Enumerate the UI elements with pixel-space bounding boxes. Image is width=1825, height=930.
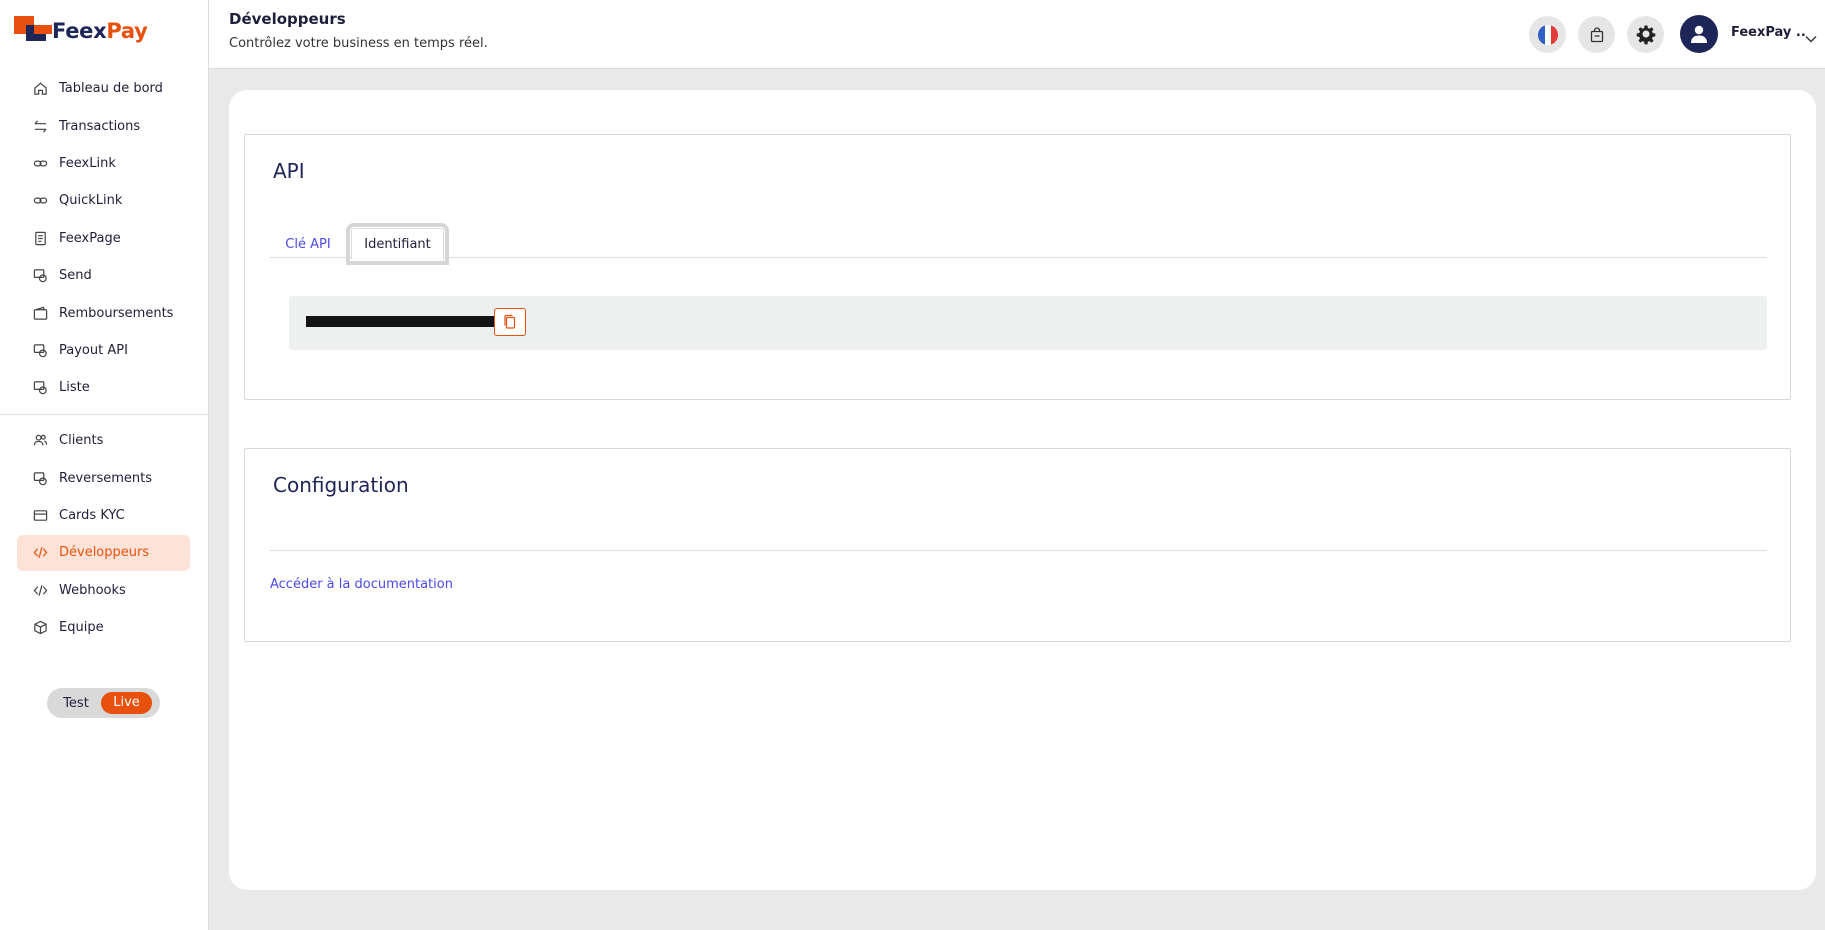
configuration-panel: Configuration Accéder à la documentation — [244, 448, 1791, 642]
send-money-icon — [32, 268, 48, 284]
shop-bag-button[interactable] — [1578, 16, 1615, 53]
documentation-link[interactable]: Accéder à la documentation — [270, 577, 453, 592]
api-panel-title: API — [273, 159, 305, 183]
sidebar-item-liste[interactable]: Liste — [0, 369, 209, 406]
logo-text: FeexPay — [52, 19, 148, 43]
card-icon — [32, 507, 48, 523]
toggle-test-option[interactable]: Test — [51, 696, 101, 711]
sidebar-item-webhooks[interactable]: Webhooks — [0, 572, 209, 609]
identifier-value-box — [289, 296, 1767, 350]
reversal-icon — [32, 470, 48, 486]
test-live-toggle[interactable]: Test Live — [47, 688, 160, 718]
sidebar-item-payout-api[interactable]: Payout API — [0, 332, 209, 369]
sidebar-item-label: Payout API — [59, 342, 128, 358]
box-icon — [32, 620, 48, 636]
wallet-icon — [32, 305, 48, 321]
tab-identifiant[interactable]: Identifiant — [346, 223, 449, 265]
link-icon — [32, 155, 48, 171]
sidebar-item-feexlink[interactable]: FeexLink — [0, 145, 209, 182]
sidebar-nav-secondary: Clients Reversements Cards KYC Développe… — [0, 422, 209, 646]
language-flag-button[interactable] — [1529, 16, 1566, 53]
sidebar-item-cards-kyc[interactable]: Cards KYC — [0, 497, 209, 534]
sidebar-item-developpeurs[interactable]: Développeurs — [0, 534, 209, 572]
code-icon — [32, 582, 48, 598]
sidebar-item-reversements[interactable]: Reversements — [0, 459, 209, 496]
sidebar-item-label: FeexLink — [59, 155, 116, 171]
sidebar-item-label: Equipe — [59, 620, 104, 636]
sidebar-item-label: Transactions — [59, 118, 141, 134]
copy-button[interactable] — [494, 308, 526, 336]
payout-icon — [32, 342, 48, 358]
sidebar-item-label: Liste — [59, 380, 90, 396]
sidebar: FeexPay Tableau de bord Transactions Fee… — [0, 0, 209, 930]
sidebar-item-remboursements[interactable]: Remboursements — [0, 294, 209, 331]
sidebar-item-label: Reversements — [59, 470, 153, 486]
sidebar-divider — [0, 414, 209, 415]
page-subtitle: Contrôlez votre business en temps réel. — [229, 36, 488, 51]
sidebar-item-label: Cards KYC — [59, 507, 125, 523]
transfer-arrows-icon — [32, 118, 48, 134]
home-icon — [32, 81, 48, 97]
list-icon — [32, 380, 48, 396]
sidebar-item-send[interactable]: Send — [0, 257, 209, 294]
sidebar-item-transactions[interactable]: Transactions — [0, 107, 209, 144]
sidebar-item-feexpage[interactable]: FeexPage — [0, 220, 209, 257]
sidebar-item-label: Remboursements — [59, 305, 174, 321]
tab-cle-api[interactable]: Clé API — [270, 228, 346, 260]
logo-mark-icon — [14, 16, 54, 46]
settings-button[interactable] — [1627, 16, 1664, 53]
user-avatar-icon — [1691, 25, 1707, 43]
copy-icon — [504, 314, 516, 329]
top-header: Développeurs Contrôlez votre business en… — [209, 0, 1825, 69]
sidebar-item-label: Send — [59, 268, 92, 284]
sidebar-item-label: Webhooks — [59, 582, 126, 598]
api-tabs: Clé API Identifiant — [270, 223, 1767, 265]
main-content-card: API Clé API Identifiant Configuration Ac… — [229, 90, 1816, 890]
sidebar-nav-main: Tableau de bord Transactions FeexLink Qu… — [0, 70, 209, 407]
gear-icon — [1636, 25, 1655, 44]
avatar[interactable] — [1680, 15, 1718, 53]
configuration-divider — [270, 550, 1767, 551]
sidebar-item-label: FeexPage — [59, 230, 121, 246]
shopping-bag-icon — [1590, 26, 1603, 42]
feexpay-logo[interactable]: FeexPay — [14, 14, 148, 48]
user-name[interactable]: FeexPay .. — [1731, 25, 1806, 40]
sidebar-item-tableau-de-bord[interactable]: Tableau de bord — [0, 70, 209, 107]
page-icon — [32, 230, 48, 246]
sidebar-item-label: Tableau de bord — [59, 81, 163, 97]
users-icon — [32, 433, 48, 449]
sidebar-item-label: Développeurs — [59, 545, 150, 561]
sidebar-item-label: Clients — [59, 433, 104, 449]
sidebar-item-quicklink[interactable]: QuickLink — [0, 182, 209, 219]
sidebar-item-equipe[interactable]: Equipe — [0, 609, 209, 646]
page-title: Développeurs — [229, 10, 346, 28]
redacted-identifier — [306, 316, 494, 327]
sidebar-item-clients[interactable]: Clients — [0, 422, 209, 459]
api-panel: API Clé API Identifiant — [244, 134, 1791, 400]
france-flag-icon — [1537, 24, 1558, 45]
configuration-panel-title: Configuration — [273, 473, 409, 497]
code-icon — [32, 545, 48, 561]
toggle-live-option[interactable]: Live — [101, 692, 152, 714]
chevron-down-icon[interactable] — [1805, 28, 1817, 47]
link-icon — [32, 193, 48, 209]
sidebar-item-label: QuickLink — [59, 193, 123, 209]
